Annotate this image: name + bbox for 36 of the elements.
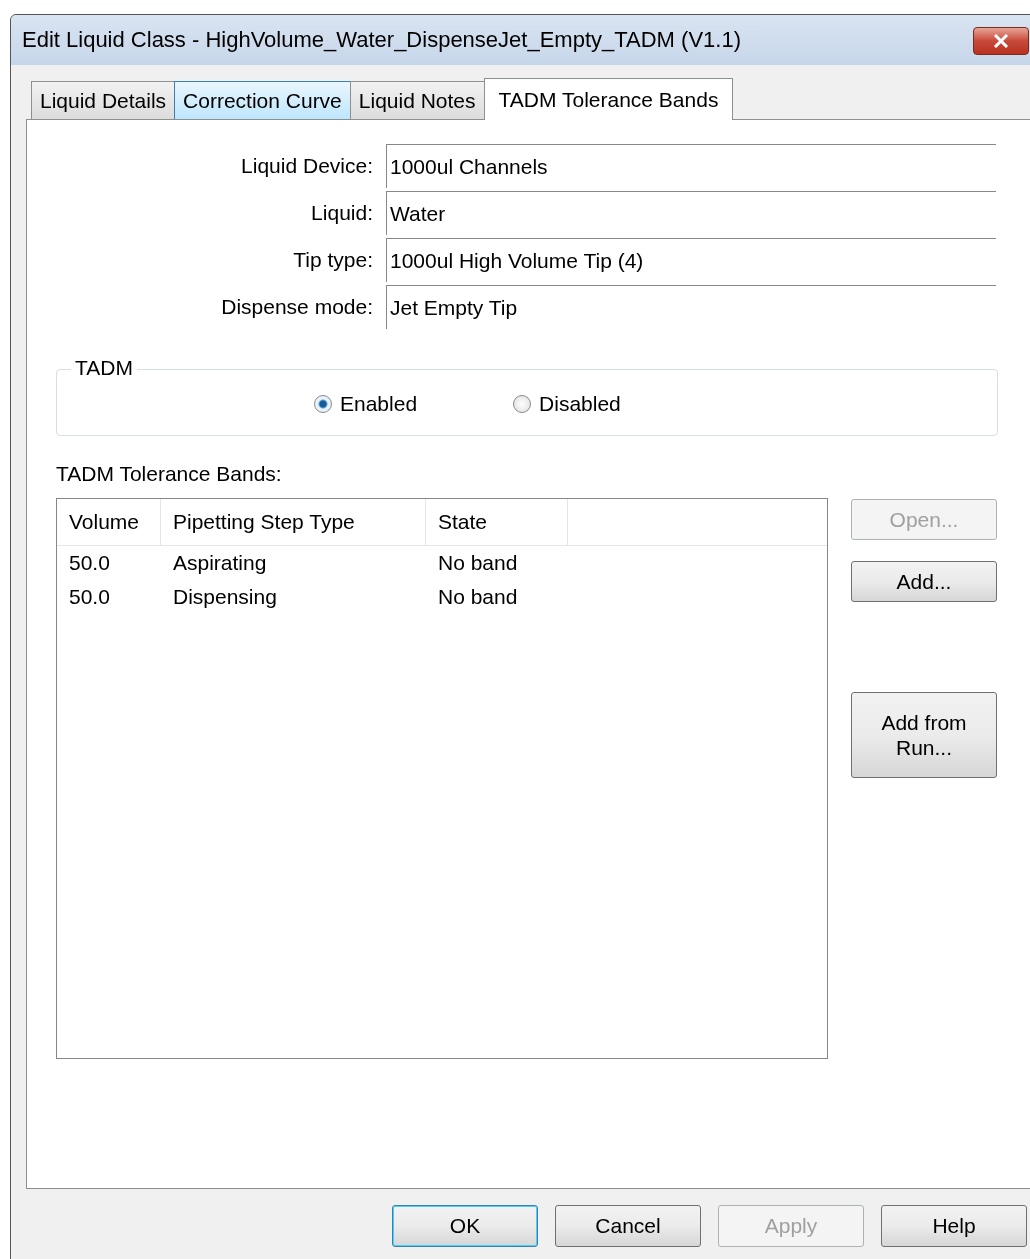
close-button[interactable] <box>973 27 1029 55</box>
tab[interactable]: Liquid Notes <box>349 81 485 119</box>
column-header[interactable]: Pipetting Step Type <box>161 499 426 545</box>
dialog-button[interactable]: OK <box>392 1205 538 1247</box>
column-header[interactable]: State <box>426 499 568 545</box>
radio-label: Enabled <box>340 392 418 416</box>
list-cell-text: 50.0 <box>68 585 111 609</box>
dialog-button[interactable]: Cancel <box>555 1205 701 1247</box>
list-cell-text: Dispensing <box>172 585 278 609</box>
window-title: Edit Liquid Class - HighVolume_Water_DispenseJet_Empty_TADM (V1.1) <box>22 27 741 53</box>
readonly-field[interactable]: Jet Empty Tip <box>386 285 996 329</box>
radio-label: Disabled <box>539 392 621 416</box>
list-cell-text: Aspirating <box>172 551 268 575</box>
side-button[interactable]: Add... <box>851 561 997 602</box>
readonly-field[interactable]: 1000ul Channels <box>386 144 996 188</box>
close-icon <box>992 34 1010 48</box>
field-label: Liquid Device: <box>240 154 373 178</box>
radio-button[interactable] <box>513 395 532 413</box>
tab[interactable]: Correction Curve <box>174 81 351 119</box>
radio-button[interactable] <box>314 395 332 413</box>
field-label: Liquid: <box>310 201 373 225</box>
field-label: Tip type: <box>292 248 373 272</box>
column-header[interactable]: Volume <box>57 499 161 545</box>
tab[interactable]: TADM Tolerance Bands <box>483 78 734 120</box>
readonly-field[interactable]: 1000ul High Volume Tip (4) <box>386 238 996 282</box>
radio-option[interactable]: Enabled <box>314 392 418 416</box>
tab[interactable]: Liquid Details <box>31 81 176 119</box>
field-label: Dispense mode: <box>220 295 373 319</box>
list-cell-text: 50.0 <box>68 551 111 575</box>
dialog-button[interactable]: Help <box>881 1205 1027 1247</box>
list-label: TADM Tolerance Bands: <box>56 462 283 486</box>
radio-option[interactable]: Disabled <box>513 392 621 416</box>
list-cell-text: No band <box>437 585 519 609</box>
readonly-field[interactable]: Water <box>386 191 996 235</box>
side-button[interactable]: Add from Run... <box>851 692 997 778</box>
list-cell-text: No band <box>437 551 519 575</box>
